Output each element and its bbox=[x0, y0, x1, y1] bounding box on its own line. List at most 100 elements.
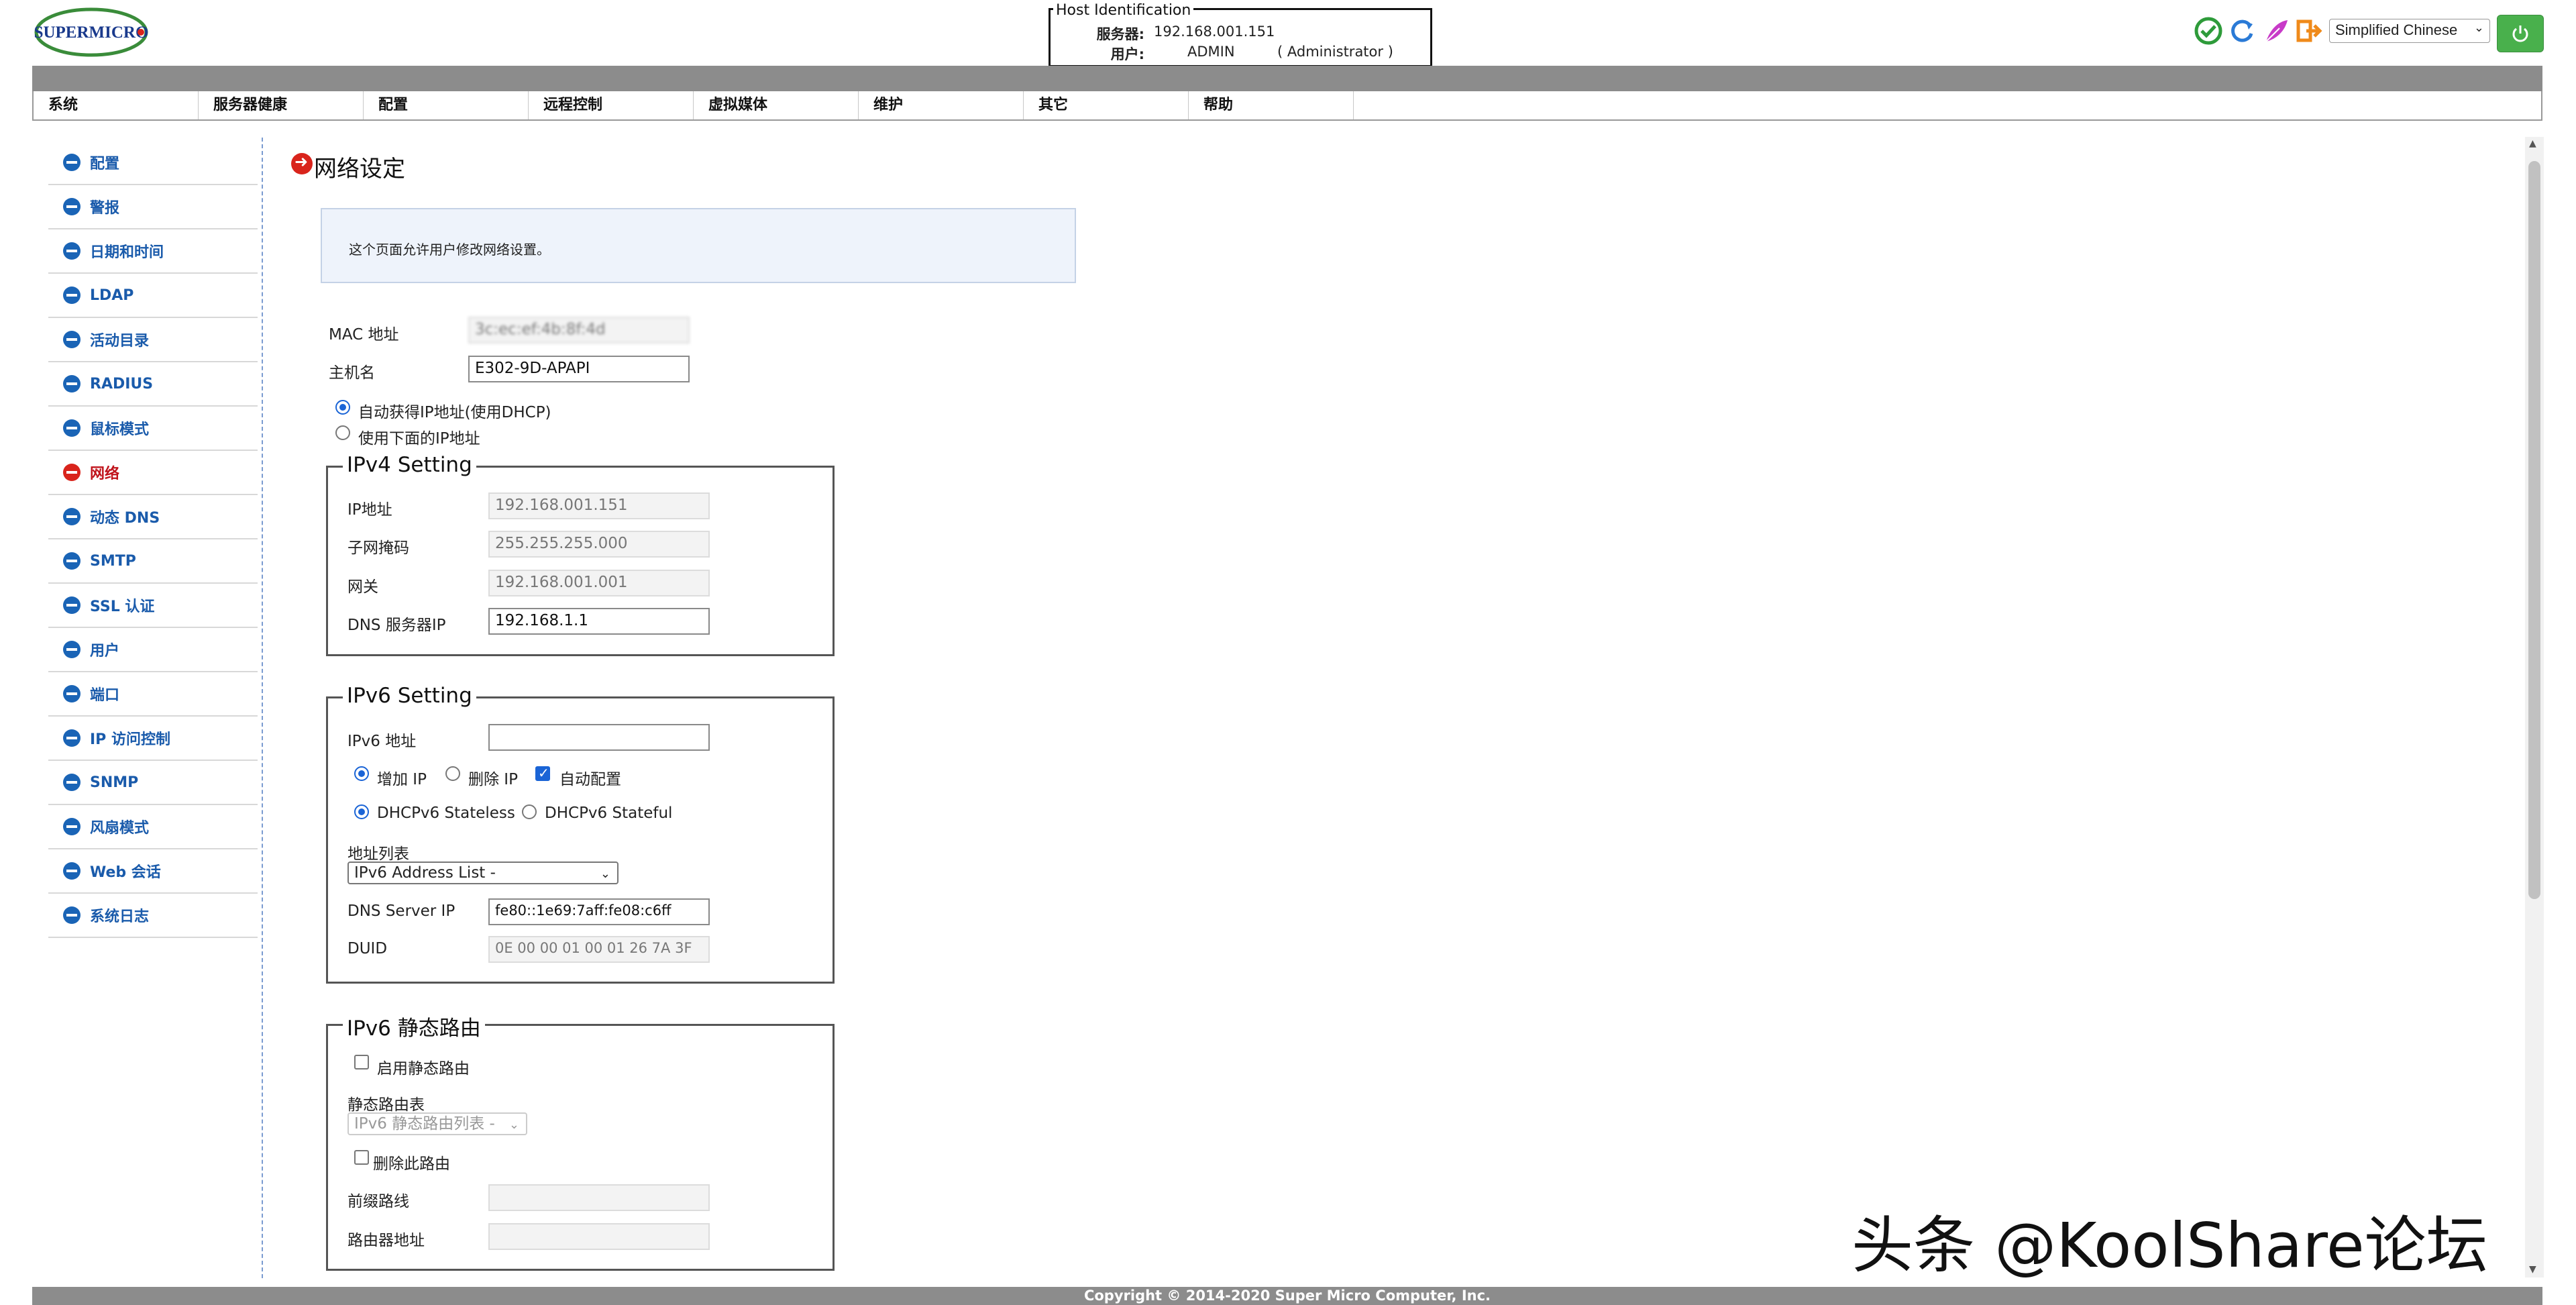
ipv4-mask-label: 子网掩码 bbox=[347, 539, 409, 557]
sidebar-item-dynamic-dns[interactable]: 动态 DNS bbox=[48, 495, 258, 539]
arrow-circle-icon bbox=[63, 729, 80, 747]
duid-label: DUID bbox=[347, 940, 388, 957]
host-identification-box: Host Identification 服务器: 192.168.001.151… bbox=[1049, 2, 1432, 67]
sidebar-item-ssl[interactable]: SSL 认证 bbox=[48, 584, 258, 628]
menu-maintenance[interactable]: 维护 bbox=[859, 91, 1024, 119]
arrow-circle-icon bbox=[63, 331, 80, 348]
refresh-icon[interactable] bbox=[2227, 16, 2257, 46]
arrow-circle-icon bbox=[63, 508, 80, 525]
ipv6-dns-field[interactable]: fe80::1e69:7aff:fe08:c6ff bbox=[488, 898, 710, 925]
ipv6-addr-label: IPv6 地址 bbox=[347, 733, 417, 750]
delete-route-checkbox[interactable] bbox=[354, 1150, 369, 1165]
ipv6-dns-label: DNS Server IP bbox=[347, 902, 455, 920]
server-label: 服务器: bbox=[1096, 26, 1144, 42]
dhcpv6-stateful-label: DHCPv6 Stateful bbox=[545, 804, 673, 822]
sidebar-item-alerts[interactable]: 警报 bbox=[48, 185, 258, 229]
sidebar-item-label: 端口 bbox=[90, 687, 120, 704]
sidebar-item-users[interactable]: 用户 bbox=[48, 628, 258, 672]
router-address-field bbox=[488, 1223, 710, 1250]
main-menu: 系统 服务器健康 配置 远程控制 虚拟媒体 维护 其它 帮助 bbox=[32, 91, 2542, 121]
sidebar-item-smtp[interactable]: SMTP bbox=[48, 539, 258, 584]
server-value: 192.168.001.151 bbox=[1154, 23, 1275, 40]
feather-icon[interactable] bbox=[2261, 16, 2290, 46]
dhcpv6-stateless-radio[interactable] bbox=[354, 804, 369, 819]
add-ip-label: 增加 IP bbox=[377, 771, 427, 788]
menu-remote-control[interactable]: 远程控制 bbox=[529, 91, 694, 119]
scroll-down-icon[interactable]: ▼ bbox=[2529, 1264, 2536, 1275]
menu-virtual-media[interactable]: 虚拟媒体 bbox=[694, 91, 859, 119]
ipv4-legend: IPv4 Setting bbox=[343, 453, 476, 477]
user-value: ADMIN bbox=[1187, 44, 1235, 60]
language-select[interactable]: Simplified Chinese ⌄ bbox=[2329, 19, 2490, 43]
menu-server-health[interactable]: 服务器健康 bbox=[199, 91, 364, 119]
sidebar-item-ldap[interactable]: LDAP bbox=[48, 274, 258, 318]
sidebar-item-label: 配置 bbox=[90, 156, 120, 172]
scrollbar-thumb[interactable] bbox=[2528, 161, 2540, 899]
arrow-circle-icon bbox=[63, 641, 80, 658]
sidebar-item-system-log[interactable]: 系统日志 bbox=[48, 894, 258, 938]
ipv6-addr-field[interactable] bbox=[488, 724, 710, 751]
sidebar-item-network[interactable]: 网络 bbox=[48, 451, 258, 495]
menu-help[interactable]: 帮助 bbox=[1189, 91, 1354, 119]
menu-configuration[interactable]: 配置 bbox=[364, 91, 529, 119]
arrow-circle-icon bbox=[291, 152, 313, 174]
delete-ip-radio[interactable] bbox=[445, 766, 460, 781]
prefix-route-label: 前缀路线 bbox=[347, 1193, 409, 1210]
dhcp-option-label: 自动获得IP地址(使用DHCP) bbox=[358, 404, 551, 421]
power-button[interactable] bbox=[2497, 15, 2544, 52]
sidebar-item-ports[interactable]: 端口 bbox=[48, 672, 258, 717]
ipv4-gateway-label: 网关 bbox=[347, 578, 378, 596]
copyright-text: Copyright © 2014-2020 Super Micro Comput… bbox=[1083, 1288, 1491, 1304]
header-band bbox=[32, 66, 2542, 91]
arrow-circle-icon bbox=[63, 375, 80, 393]
sidebar-item-label: RADIUS bbox=[90, 375, 154, 393]
menu-system[interactable]: 系统 bbox=[34, 91, 199, 119]
address-list-select[interactable]: IPv6 Address List - ⌄ bbox=[347, 862, 619, 884]
sidebar-item-label: 动态 DNS bbox=[90, 510, 160, 527]
delete-ip-label: 删除 IP bbox=[468, 771, 518, 788]
sidebar-divider bbox=[262, 138, 263, 1278]
host-identification-legend: Host Identification bbox=[1053, 2, 1194, 19]
arrow-circle-icon bbox=[63, 154, 80, 171]
sidebar-item-radius[interactable]: RADIUS bbox=[48, 362, 258, 407]
logout-icon[interactable] bbox=[2294, 16, 2324, 46]
supermicro-logo[interactable]: SUPERMICRO bbox=[34, 5, 149, 59]
arrow-circle-icon bbox=[63, 818, 80, 835]
enable-static-route-checkbox[interactable] bbox=[354, 1055, 369, 1069]
arrow-circle-icon bbox=[63, 419, 80, 437]
sidebar-item-active-directory[interactable]: 活动目录 bbox=[48, 318, 258, 362]
sidebar-item-web-session[interactable]: Web 会话 bbox=[48, 849, 258, 894]
dhcpv6-stateful-radio[interactable] bbox=[522, 804, 537, 819]
ipv4-dns-field[interactable]: 192.168.1.1 bbox=[488, 608, 710, 635]
ipv4-dns-label: DNS 服务器IP bbox=[347, 617, 446, 634]
router-address-label: 路由器地址 bbox=[347, 1232, 425, 1249]
sidebar-item-label: 系统日志 bbox=[90, 908, 150, 925]
sidebar-item-snmp[interactable]: SNMP bbox=[48, 761, 258, 805]
sidebar-item-configuration[interactable]: 配置 bbox=[48, 141, 258, 185]
arrow-circle-icon bbox=[63, 596, 80, 614]
arrow-circle-icon bbox=[63, 862, 80, 880]
sidebar-item-mouse-mode[interactable]: 鼠标模式 bbox=[48, 407, 258, 451]
prefix-route-field bbox=[488, 1184, 710, 1211]
description-box: 这个页面允许用户修改网络设置。 bbox=[321, 208, 1076, 283]
sidebar-item-date-time[interactable]: 日期和时间 bbox=[48, 229, 258, 274]
hostname-label: 主机名 bbox=[329, 364, 375, 382]
static-ip-radio[interactable] bbox=[335, 425, 350, 440]
dhcp-radio[interactable] bbox=[335, 400, 350, 415]
add-ip-radio[interactable] bbox=[354, 766, 369, 781]
check-circle-icon[interactable] bbox=[2194, 16, 2223, 46]
menu-other[interactable]: 其它 bbox=[1024, 91, 1189, 119]
hostname-field[interactable]: E302-9D-APAPI bbox=[468, 356, 690, 382]
sidebar-item-label: LDAP bbox=[90, 286, 134, 304]
sidebar-item-label: 警报 bbox=[90, 200, 120, 217]
ipv4-gateway-field: 192.168.001.001 bbox=[488, 570, 710, 596]
sidebar-item-ip-access-control[interactable]: IP 访问控制 bbox=[48, 717, 258, 761]
autoconf-checkbox[interactable] bbox=[535, 765, 550, 781]
arrow-circle-icon bbox=[63, 464, 80, 481]
scroll-up-icon[interactable]: ▲ bbox=[2529, 138, 2536, 149]
sidebar-item-label: 日期和时间 bbox=[90, 244, 164, 261]
sidebar-item-fan-mode[interactable]: 风扇模式 bbox=[48, 805, 258, 849]
static-route-table-select[interactable]: IPv6 静态路由列表 - ⌄ bbox=[347, 1112, 527, 1135]
sidebar-item-label: 鼠标模式 bbox=[90, 421, 150, 438]
sidebar: 配置 警报 日期和时间 LDAP 活动目录 RADIUS 鼠标模式 网络 动态 … bbox=[48, 141, 258, 938]
